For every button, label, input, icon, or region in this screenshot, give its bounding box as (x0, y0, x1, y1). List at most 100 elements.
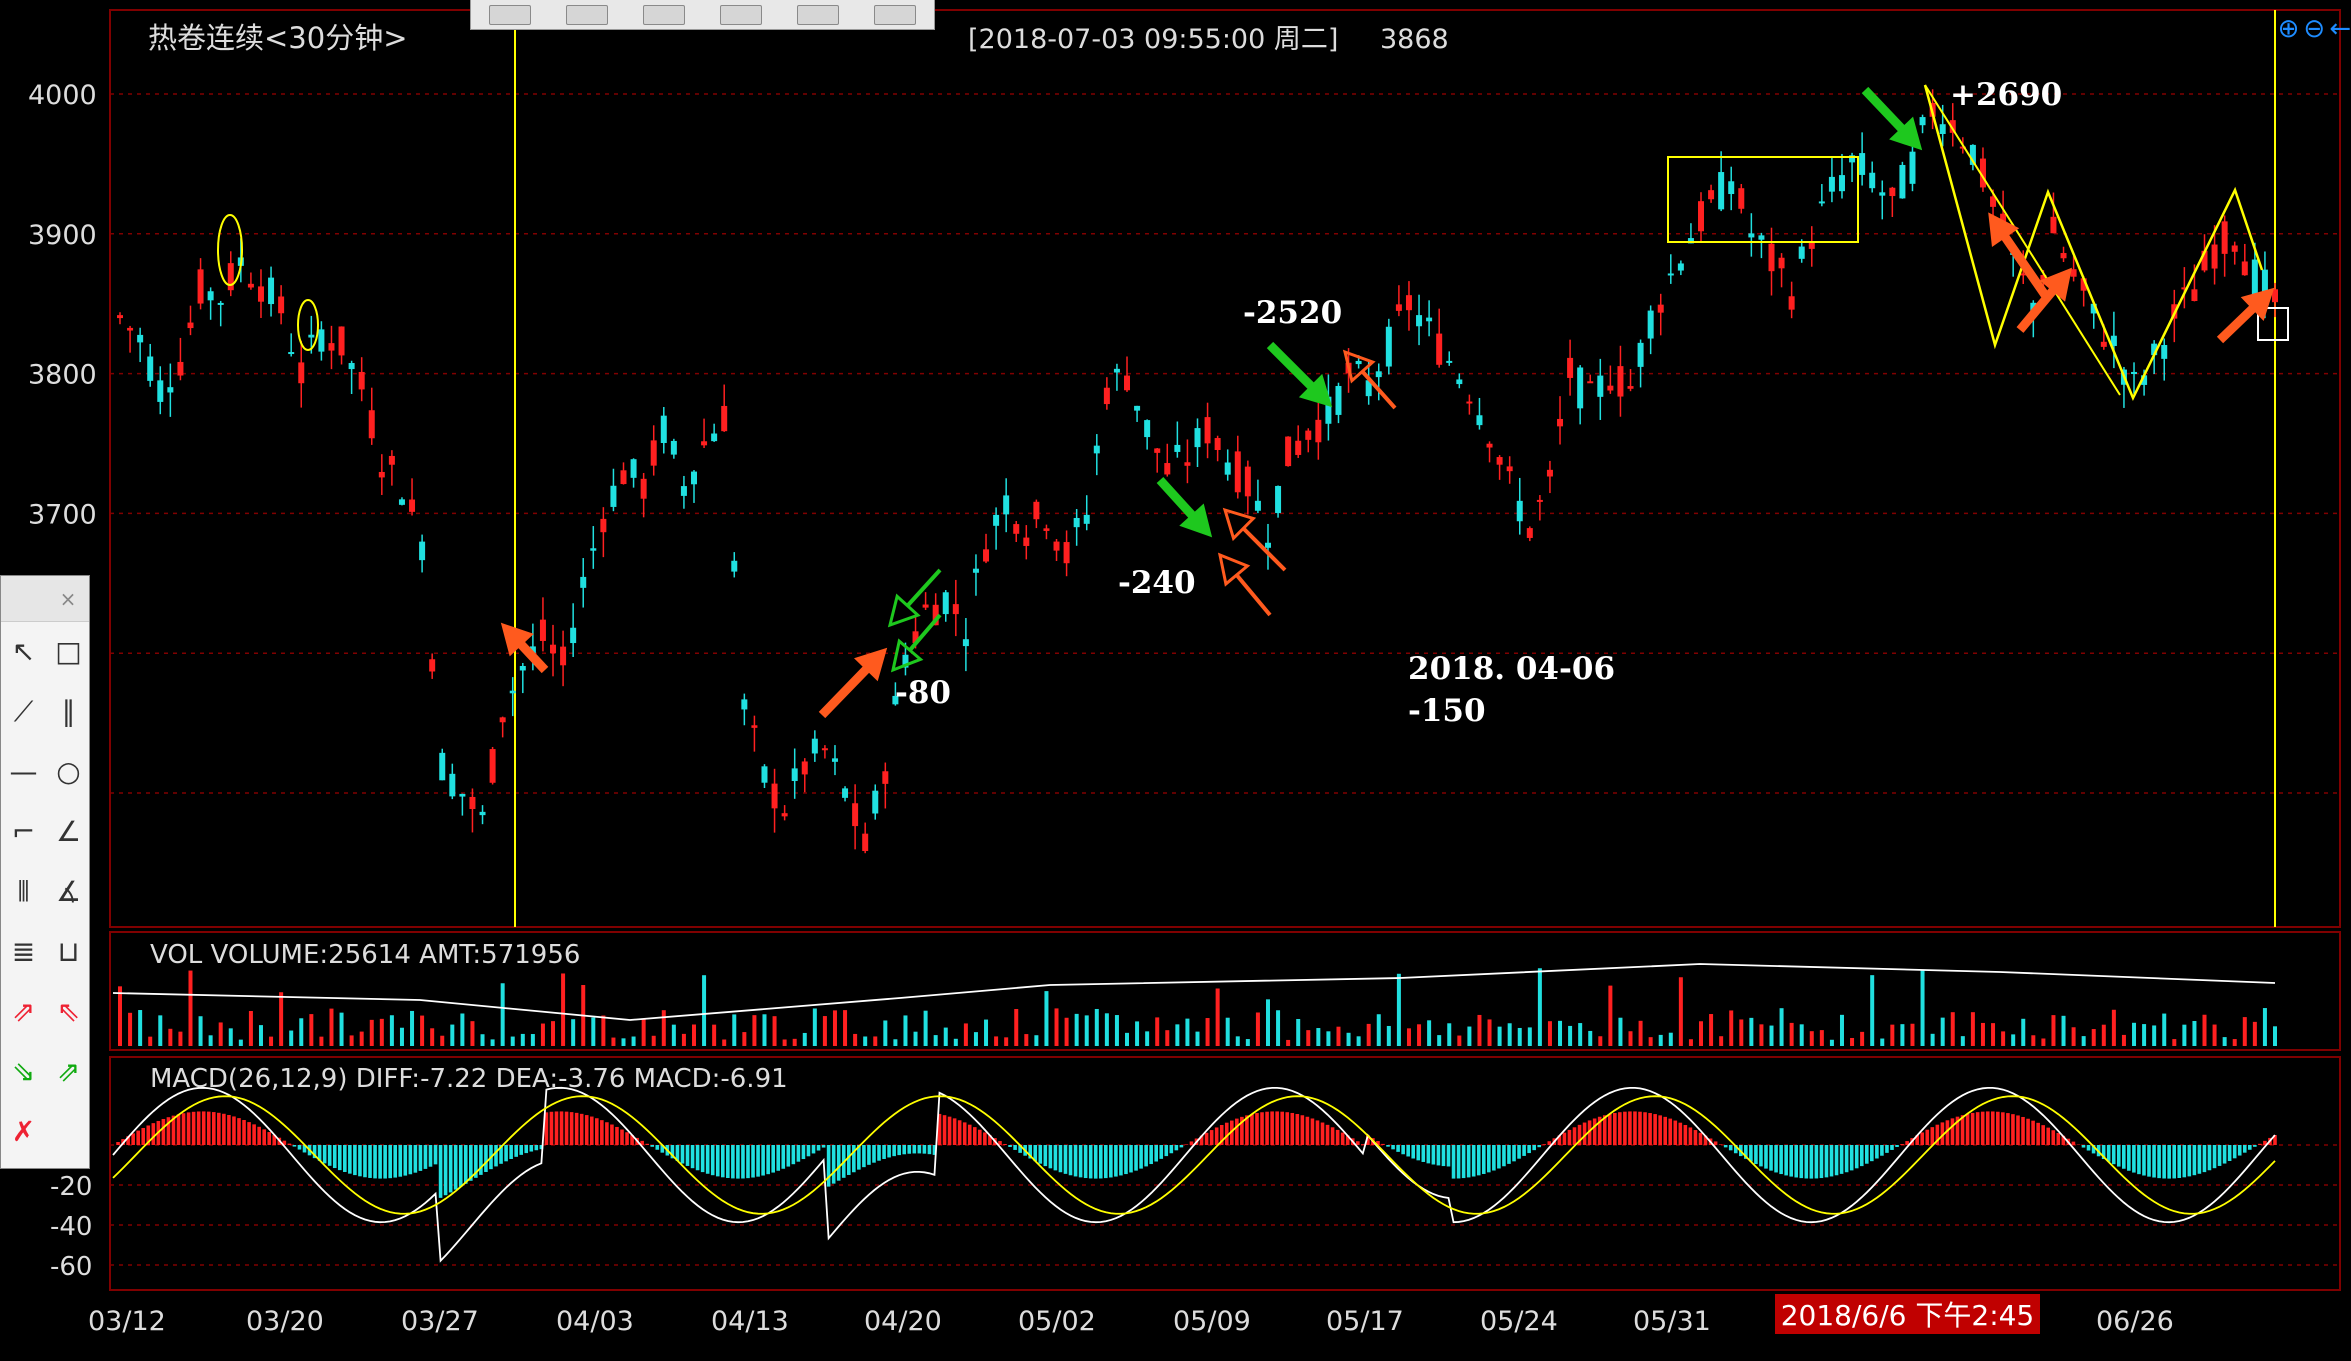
macd-histogram-bar (2116, 1145, 2121, 1167)
parallel-lines-icon[interactable]: ∥ (46, 682, 91, 742)
volume-bar (561, 973, 566, 1046)
green-arrow-up-icon[interactable]: ⇗ (46, 1042, 91, 1102)
macd-histogram-bar (1209, 1130, 1214, 1145)
gann-angle-icon[interactable]: ∡ (46, 862, 91, 922)
volume-bar (1829, 1039, 1834, 1046)
macd-histogram-bar (715, 1145, 720, 1177)
zoom-in-icon[interactable]: ⊕ (2278, 14, 2300, 46)
macd-histogram-bar (1315, 1120, 1320, 1145)
toolbar-button-6[interactable] (874, 4, 917, 25)
volume-bar (732, 1014, 737, 1046)
macd-histogram-bar (1073, 1145, 1078, 1177)
vertical-lines-icon[interactable]: ⦀ (1, 862, 46, 922)
macd-histogram-bar (2258, 1143, 2262, 1145)
macd-histogram-bar (428, 1145, 433, 1167)
zoom-out-icon[interactable]: ⊖ (2303, 14, 2325, 46)
macd-histogram-bar (1683, 1124, 1688, 1145)
macd-histogram-bar (1063, 1145, 1068, 1174)
volume-bar (359, 1031, 364, 1046)
candle-body (167, 387, 174, 393)
candle-body (1818, 201, 1825, 204)
volume-bar (1799, 1024, 1804, 1046)
volume-bar (1739, 1019, 1744, 1046)
horizontal-line-icon[interactable]: — (1, 742, 46, 802)
macd-histogram-bar (1325, 1124, 1330, 1145)
macd-histogram-bar (1461, 1145, 1466, 1179)
volume-bar (933, 1035, 938, 1046)
macd-histogram-bar (1481, 1145, 1486, 1174)
ruler-icon[interactable]: ⊔ (46, 922, 91, 982)
macd-histogram-bar (494, 1145, 498, 1167)
candle-body (2191, 289, 2198, 301)
rectangle-tool-icon[interactable]: □ (46, 622, 91, 682)
macd-histogram-bar (1154, 1145, 1159, 1162)
macd-histogram-bar (1673, 1120, 1678, 1145)
candle-body (1597, 375, 1604, 397)
red-arrow-down-icon[interactable]: ⇖ (46, 982, 91, 1042)
macd-histogram-bar (1547, 1141, 1552, 1145)
candle-body (761, 766, 768, 783)
close-icon[interactable]: × (53, 584, 83, 614)
candle-body (1023, 537, 1030, 546)
macd-histogram-bar (206, 1111, 211, 1145)
macd-histogram-bar (186, 1112, 191, 1145)
volume-bar (1376, 1014, 1381, 1046)
price-chart[interactable]: 4000 3900 3800 3700 +2690 -2520 -240 -80 2018. 0… (0, 0, 2351, 1361)
macd-histogram-bar (806, 1145, 811, 1157)
price-tick-label: 3800 (28, 360, 97, 391)
green-arrow-down-icon[interactable]: ⇘ (1, 1042, 46, 1102)
volume-bar (1074, 1013, 1079, 1046)
date-tick-label: 05/24 (1480, 1306, 1558, 1337)
macd-histogram-bar (2132, 1145, 2136, 1173)
macd-histogram-bar (1169, 1145, 1174, 1154)
toolbar-button-5[interactable] (797, 4, 840, 25)
volume-bar (2212, 1024, 2217, 1046)
red-arrow-up-icon[interactable]: ⇗ (1, 982, 46, 1042)
candle-body (308, 334, 315, 338)
macd-histogram-bar (1698, 1132, 1703, 1145)
volume-bar (1870, 975, 1875, 1046)
arrow-left-icon[interactable]: ← (2329, 14, 2351, 46)
volume-bar (802, 1032, 807, 1046)
macd-histogram-bar (1970, 1112, 1975, 1145)
macd-histogram-bar (1623, 1111, 1627, 1145)
select-arrow-icon[interactable]: ↖ (1, 622, 46, 682)
date-tick-label: 05/31 (1633, 1306, 1711, 1337)
palette-header[interactable]: × (1, 576, 89, 622)
macd-histogram-bar (403, 1145, 408, 1176)
toolbar-button-4[interactable] (720, 4, 763, 25)
volume-bar (440, 1035, 445, 1046)
macd-histogram-bar (1159, 1145, 1164, 1159)
angle-tool-icon[interactable]: ∠ (46, 802, 91, 862)
macd-histogram-bar (1633, 1111, 1637, 1145)
macd-histogram-bar (756, 1145, 760, 1177)
fibonacci-icon[interactable]: ≣ (1, 922, 46, 982)
macd-histogram-bar (1764, 1145, 1768, 1169)
delete-tool-icon[interactable]: ✗ (1, 1102, 46, 1162)
green-arrow-icon (1156, 476, 1196, 519)
macd-histogram-bar (252, 1124, 256, 1145)
candle-body (993, 514, 1000, 526)
volume-bar (148, 1036, 153, 1046)
macd-histogram-bar (1658, 1115, 1662, 1145)
toolbar-button-2[interactable] (565, 4, 608, 25)
macd-histogram-bar (1290, 1112, 1295, 1145)
macd-histogram-bar (695, 1145, 700, 1171)
candle-body (1536, 499, 1543, 502)
macd-histogram-bar (2167, 1145, 2171, 1179)
volume-bar (430, 1028, 435, 1046)
ray-tool-icon[interactable]: ⌐ (1, 802, 46, 862)
candle-body (1869, 172, 1876, 189)
toolbar-button-3[interactable] (642, 4, 685, 25)
candle-body (1939, 124, 1946, 134)
candle-body (1506, 466, 1513, 472)
candle-body (882, 771, 889, 784)
macd-histogram-bar (1572, 1127, 1577, 1145)
toolbar-button-1[interactable] (488, 4, 531, 25)
chart-annotation: -150 (1408, 693, 1486, 729)
line-tool-icon[interactable]: ⟋ (1, 682, 46, 742)
macd-histogram-bar (766, 1145, 770, 1175)
macd-histogram-bar (786, 1145, 791, 1167)
ellipse-tool-icon[interactable]: ○ (46, 742, 91, 802)
volume-bar (691, 1024, 696, 1046)
